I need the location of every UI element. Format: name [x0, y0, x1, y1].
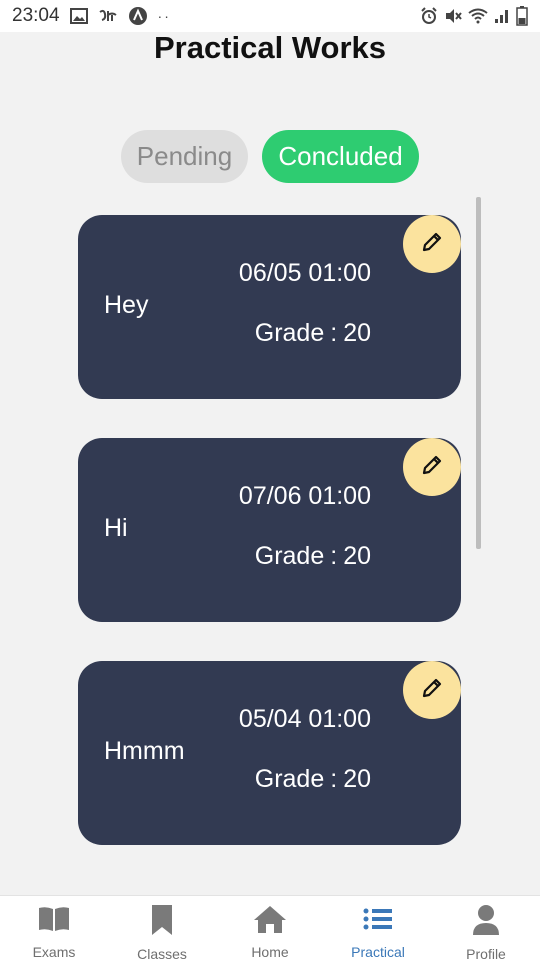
pencil-icon	[420, 453, 444, 482]
grade-value: 20	[343, 319, 371, 347]
battery-icon	[516, 6, 528, 26]
nav-item-home[interactable]: Home	[216, 896, 324, 960]
work-name: Hmmm	[104, 737, 185, 765]
work-grade: Grade:20	[254, 319, 371, 347]
tab-concluded[interactable]: Concluded	[262, 130, 419, 183]
nav-label: Classes	[137, 946, 187, 960]
edit-button[interactable]	[403, 215, 461, 273]
status-left-icons: ··	[69, 6, 171, 26]
work-name: Hey	[104, 291, 149, 319]
nav-label: Home	[251, 944, 289, 960]
mute-icon	[444, 7, 462, 25]
nav-label: Exams	[32, 944, 76, 960]
grade-label: Grade	[254, 319, 325, 347]
status-right-icons	[420, 6, 528, 26]
page-title: Practical Works	[153, 30, 387, 65]
pencil-icon	[420, 676, 444, 705]
nav-item-profile[interactable]: Profile	[432, 896, 540, 960]
tab-pending[interactable]: Pending	[121, 130, 248, 183]
user-icon	[472, 904, 500, 936]
nav-item-practical[interactable]: Practical	[324, 896, 432, 960]
nav-label: Practical	[351, 944, 405, 960]
work-grade: Grade:20	[254, 542, 371, 570]
practical-work-card[interactable]: 05/04 01:00 Hmmm Grade:20	[78, 661, 461, 845]
edit-button[interactable]	[403, 661, 461, 719]
nav-item-exams[interactable]: Exams	[0, 896, 108, 960]
grade-value: 20	[343, 542, 371, 570]
work-date: 05/04 01:00	[238, 705, 371, 733]
status-dots: ··	[157, 8, 171, 24]
home-icon	[253, 904, 287, 934]
wifi-icon	[468, 8, 488, 24]
bookmark-icon	[150, 904, 174, 936]
alarm-icon	[420, 7, 438, 25]
list-icon	[363, 904, 393, 934]
signal-icon	[494, 8, 510, 24]
grade-label: Grade	[254, 765, 325, 793]
practical-work-card[interactable]: 07/06 01:00 Hi Grade:20	[78, 438, 461, 622]
grade-label: Grade	[254, 542, 325, 570]
book-icon	[37, 904, 71, 934]
practical-work-card[interactable]: 06/05 01:00 Hey Grade:20	[78, 215, 461, 399]
bottom-nav: Exams Classes Home Practical Profile	[0, 895, 540, 960]
image-icon	[69, 8, 88, 24]
practical-works-screen: 23:04 ·· Practical Works Pending Conclud…	[0, 0, 540, 960]
scrollbar[interactable]	[476, 197, 481, 549]
work-date: 07/06 01:00	[238, 482, 371, 510]
work-grade: Grade:20	[254, 765, 371, 793]
vpn-icon	[128, 6, 148, 26]
grade-value: 20	[343, 765, 371, 793]
app-icon	[98, 9, 118, 23]
status-bar: 23:04 ··	[0, 0, 540, 32]
nav-item-classes[interactable]: Classes	[108, 896, 216, 960]
work-date: 06/05 01:00	[238, 259, 371, 287]
pencil-icon	[420, 230, 444, 259]
status-time: 23:04	[12, 5, 60, 26]
nav-label: Profile	[466, 946, 506, 960]
edit-button[interactable]	[403, 438, 461, 496]
work-name: Hi	[104, 514, 128, 542]
